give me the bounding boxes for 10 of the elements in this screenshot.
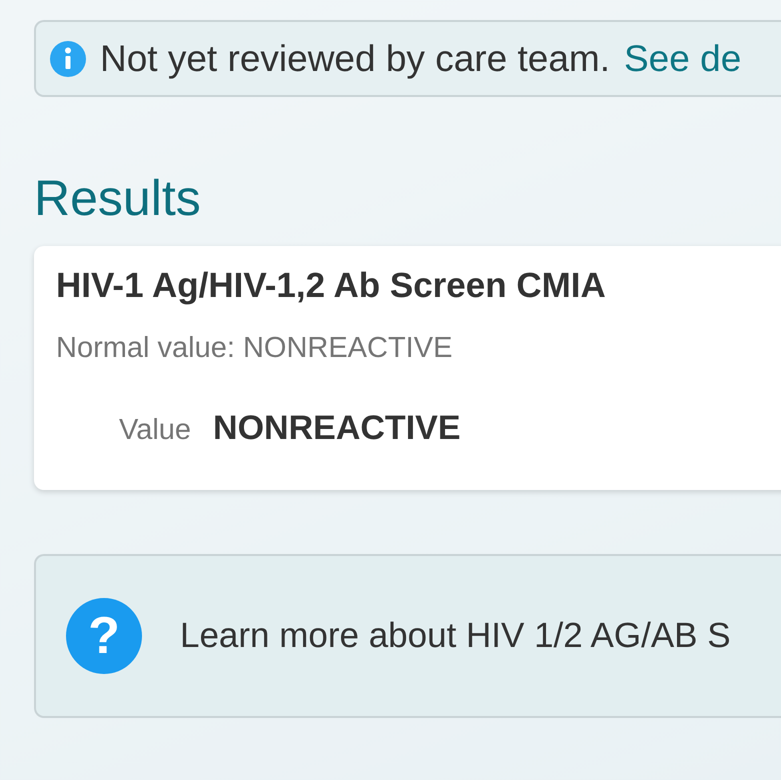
see-details-link[interactable]: See de	[624, 38, 742, 80]
info-icon	[50, 40, 86, 76]
value-label: Value	[119, 414, 192, 447]
help-icon: ?	[66, 598, 142, 674]
normal-value: Normal value: NONREACTIVE	[56, 332, 454, 365]
result-value: NONREACTIVE	[213, 409, 460, 448]
test-name: HIV-1 Ag/HIV-1,2 Ab Screen CMIA	[56, 266, 607, 306]
results-heading: Results	[34, 171, 202, 226]
learn-more-link[interactable]: Learn more about HIV 1/2 AG/AB S	[180, 616, 731, 656]
review-status-text: Not yet reviewed by care team.	[100, 38, 610, 80]
